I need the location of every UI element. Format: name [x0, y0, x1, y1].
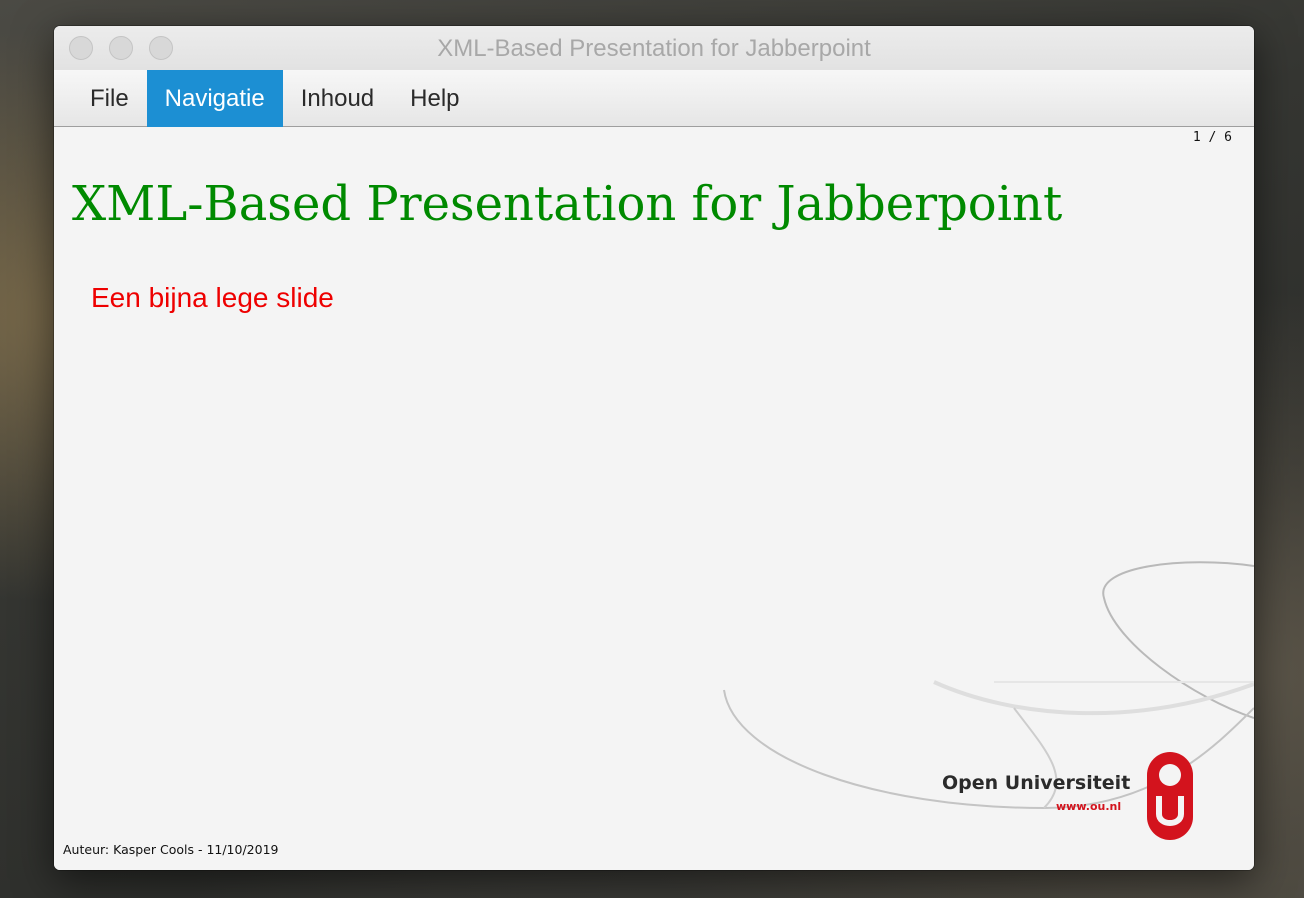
slide-body-text: Een bijna lege slide — [91, 282, 334, 313]
menu-navigatie[interactable]: Navigatie — [146, 70, 283, 127]
slide-canvas: 1 / 6 XML-Based Presentation for Jabberp… — [54, 128, 1254, 870]
slide-footer: Auteur: Kasper Cools - 11/10/2019 — [63, 842, 279, 857]
ou-logo-url: www.ou.nl — [1056, 800, 1122, 813]
ou-logo-icon — [1147, 752, 1193, 840]
menu-file[interactable]: File — [72, 70, 147, 127]
ou-logo-name: Open Universiteit — [942, 772, 1131, 794]
menu-bar: File Navigatie Inhoud Help — [54, 70, 1254, 127]
app-window: XML-Based Presentation for Jabberpoint F… — [54, 26, 1254, 870]
open-universiteit-logo: Open Universiteit www.ou.nl — [942, 750, 1202, 842]
menu-help[interactable]: Help — [392, 70, 477, 127]
slide-title: XML-Based Presentation for Jabberpoint — [72, 176, 1063, 232]
window-titlebar[interactable]: XML-Based Presentation for Jabberpoint — [54, 26, 1254, 71]
window-title: XML-Based Presentation for Jabberpoint — [437, 35, 871, 62]
slide-counter: 1 / 6 — [1192, 130, 1232, 145]
menu-inhoud[interactable]: Inhoud — [283, 70, 392, 127]
